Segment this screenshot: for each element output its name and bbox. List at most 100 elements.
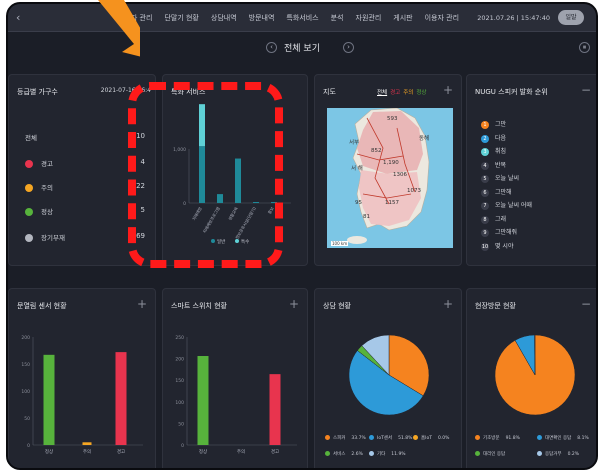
map-region-label: 동해 bbox=[419, 136, 430, 142]
rank-number: 9 bbox=[481, 229, 489, 237]
grade-row[interactable]: 장기부재 269 bbox=[19, 231, 145, 245]
map-tab[interactable]: 정상 bbox=[416, 88, 426, 96]
nav-item[interactable]: 분석 bbox=[331, 13, 344, 23]
rank-item[interactable]: 5 오늘 날씨 bbox=[481, 173, 519, 184]
bar-general bbox=[271, 202, 277, 203]
legend-swatch bbox=[413, 435, 418, 440]
grade-value: 4 bbox=[140, 158, 145, 166]
door-sensor-chart: 200 150 100 50 0 정상 주의 경고 bbox=[21, 335, 143, 455]
grade-label: 전체 bbox=[25, 134, 37, 142]
rank-number: 6 bbox=[481, 188, 489, 197]
rank-item[interactable]: 1 그만 bbox=[481, 119, 506, 130]
legend-swatch bbox=[369, 435, 374, 440]
view-header: ‹ 전체 보기 › ⏸ bbox=[8, 34, 596, 62]
legend-label: 일반 bbox=[217, 238, 225, 245]
nugu-ranking-card: NUGU 스피커 발화 순위 − 1 그만 2 다음 3 취침 4 반복 5 오늘 날씨 6 그만해 7… bbox=[466, 74, 596, 266]
nav-item[interactable]: 대상자 관리 bbox=[118, 13, 152, 23]
x-tick-label: 홍보 bbox=[266, 205, 275, 215]
legend-item: 서비스 2.6% bbox=[325, 451, 363, 457]
y-tick-label: 200 bbox=[21, 335, 30, 341]
map-filter-tabs: 전체 경고 주의 정상 bbox=[377, 88, 427, 96]
y-tick-label: 1,000 bbox=[173, 147, 186, 153]
legend-item: 응답거부 0.2% bbox=[537, 451, 579, 457]
map-drawing bbox=[347, 108, 430, 244]
bar bbox=[269, 374, 281, 445]
card-title: 등급별 가구수 bbox=[17, 88, 58, 96]
status-dot-icon bbox=[25, 208, 33, 216]
rank-item[interactable]: 3 취침 bbox=[481, 146, 506, 157]
pause-icon[interactable]: ⏸ bbox=[579, 42, 590, 53]
rank-item[interactable]: 2 다음 bbox=[481, 133, 506, 144]
smart-switch-card: 스마트 스위치 현황 + 250 200 150 100 50 0 정상 주의 경고 bbox=[162, 288, 308, 468]
x-tick-label: 주의 bbox=[237, 448, 245, 455]
legend-swatch bbox=[325, 435, 330, 440]
minimize-icon[interactable]: − bbox=[581, 83, 591, 97]
status-dot-icon bbox=[25, 160, 33, 168]
legend-swatch bbox=[211, 239, 215, 243]
map-tab[interactable]: 경고 bbox=[390, 88, 400, 96]
nav-item[interactable]: 게시판 bbox=[393, 13, 412, 23]
grade-row[interactable]: 전체 10 bbox=[19, 131, 145, 145]
legend-label: 대리인 응답 bbox=[483, 452, 506, 457]
bar-general bbox=[199, 146, 205, 203]
page-title: 전체 보기 bbox=[284, 44, 320, 54]
legend-swatch bbox=[235, 239, 239, 243]
map-scale: 100 km bbox=[331, 241, 349, 246]
rank-item[interactable]: 7 오늘 날씨 어때 bbox=[481, 200, 532, 211]
grade-households-card: 등급별 가구수 2021-07-16 16:4 전체 10 경고 4 주의 622 정상 5 장… bbox=[8, 74, 156, 266]
grade-row[interactable]: 경고 4 bbox=[19, 157, 145, 171]
rank-number: 4 bbox=[481, 161, 489, 170]
korea-map[interactable]: 593 서부 동해 852 1,190 서 해 1306 1073 1157 95 81 100 k… bbox=[327, 108, 453, 248]
user-button[interactable]: 일말 bbox=[558, 10, 584, 25]
rank-number: 10 bbox=[481, 242, 489, 251]
bar bbox=[197, 356, 209, 445]
legend-value: 11.9% bbox=[391, 452, 406, 457]
y-tick-label: 250 bbox=[175, 335, 184, 341]
map-region-label: 1073 bbox=[407, 188, 421, 194]
nav-item[interactable]: 자원관리 bbox=[356, 13, 382, 23]
bar bbox=[82, 442, 92, 445]
smart-switch-chart: 250 200 150 100 50 0 정상 주의 경고 bbox=[175, 335, 297, 455]
rank-text: 오늘 날씨 어때 bbox=[495, 202, 532, 209]
x-tick-label: 정상 bbox=[199, 448, 207, 455]
door-sensor-card: 문열림 센서 현황 + 200 150 100 50 0 정상 주의 경고 bbox=[8, 288, 156, 468]
rank-text: 그만 bbox=[495, 121, 507, 128]
grade-row[interactable]: 정상 5 bbox=[19, 205, 145, 219]
bar-general bbox=[235, 158, 241, 203]
rank-item[interactable]: 6 그만해 bbox=[481, 187, 512, 198]
legend-value: 51.8% bbox=[398, 436, 413, 441]
rank-item[interactable]: 8 그래 bbox=[481, 214, 506, 225]
next-icon[interactable]: › bbox=[343, 42, 354, 53]
visit-pie-chart bbox=[494, 334, 576, 416]
rank-item[interactable]: 10 몇 시야 bbox=[481, 241, 513, 252]
grade-row[interactable]: 주의 622 bbox=[19, 181, 145, 195]
nav-item[interactable]: 단말기 현황 bbox=[164, 13, 198, 23]
nav-item[interactable]: 이용자 관리 bbox=[425, 13, 459, 23]
rank-item[interactable]: 4 반복 bbox=[481, 160, 506, 171]
legend-item: 대면확인 응답 8.1% bbox=[537, 435, 589, 441]
add-icon[interactable]: + bbox=[443, 83, 453, 97]
visit-status-card: 현장방문 현황 − 기초방문 91.8% 대면확인 응답 8.1% 대리인 응답 응답거부… bbox=[466, 288, 596, 468]
legend-item: 홈IoT 0.0% bbox=[413, 435, 449, 441]
nav-item[interactable]: 특화서비스 bbox=[286, 13, 318, 23]
y-tick-label: 50 bbox=[178, 421, 184, 427]
map-tab[interactable]: 주의 bbox=[403, 88, 413, 96]
map-region-label: 95 bbox=[355, 200, 362, 206]
grade-value: 622 bbox=[131, 182, 145, 190]
x-tick-label: 정상 bbox=[45, 448, 53, 455]
map-card: 지도 전체 경고 주의 정상 + 593 서부 동해 852 1,190 서 해 1306 1073… bbox=[314, 74, 462, 266]
nav-item[interactable]: 방문내역 bbox=[249, 13, 275, 23]
back-icon[interactable]: ‹ bbox=[16, 11, 20, 24]
map-tab[interactable]: 전체 bbox=[377, 88, 387, 96]
status-dot-icon bbox=[25, 184, 33, 192]
card-date: 2021-07-16 16:4 bbox=[100, 87, 151, 94]
map-region-label: 서부 bbox=[349, 140, 360, 146]
legend-value: 0.2% bbox=[567, 452, 579, 457]
y-tick-label: 150 bbox=[175, 378, 184, 384]
rank-item[interactable]: 9 그만해줘 bbox=[481, 227, 517, 238]
nav-item[interactable]: 상담내역 bbox=[211, 13, 237, 23]
dashboard-screen: ‹ 대상자 관리 단말기 현황 상담내역 방문내역 특화서비스 분석 자원관리 게시판 이용자 … bbox=[6, 2, 598, 470]
grade-value: 10 bbox=[136, 132, 145, 140]
bar-special bbox=[199, 104, 205, 147]
grade-value: 269 bbox=[131, 232, 145, 240]
